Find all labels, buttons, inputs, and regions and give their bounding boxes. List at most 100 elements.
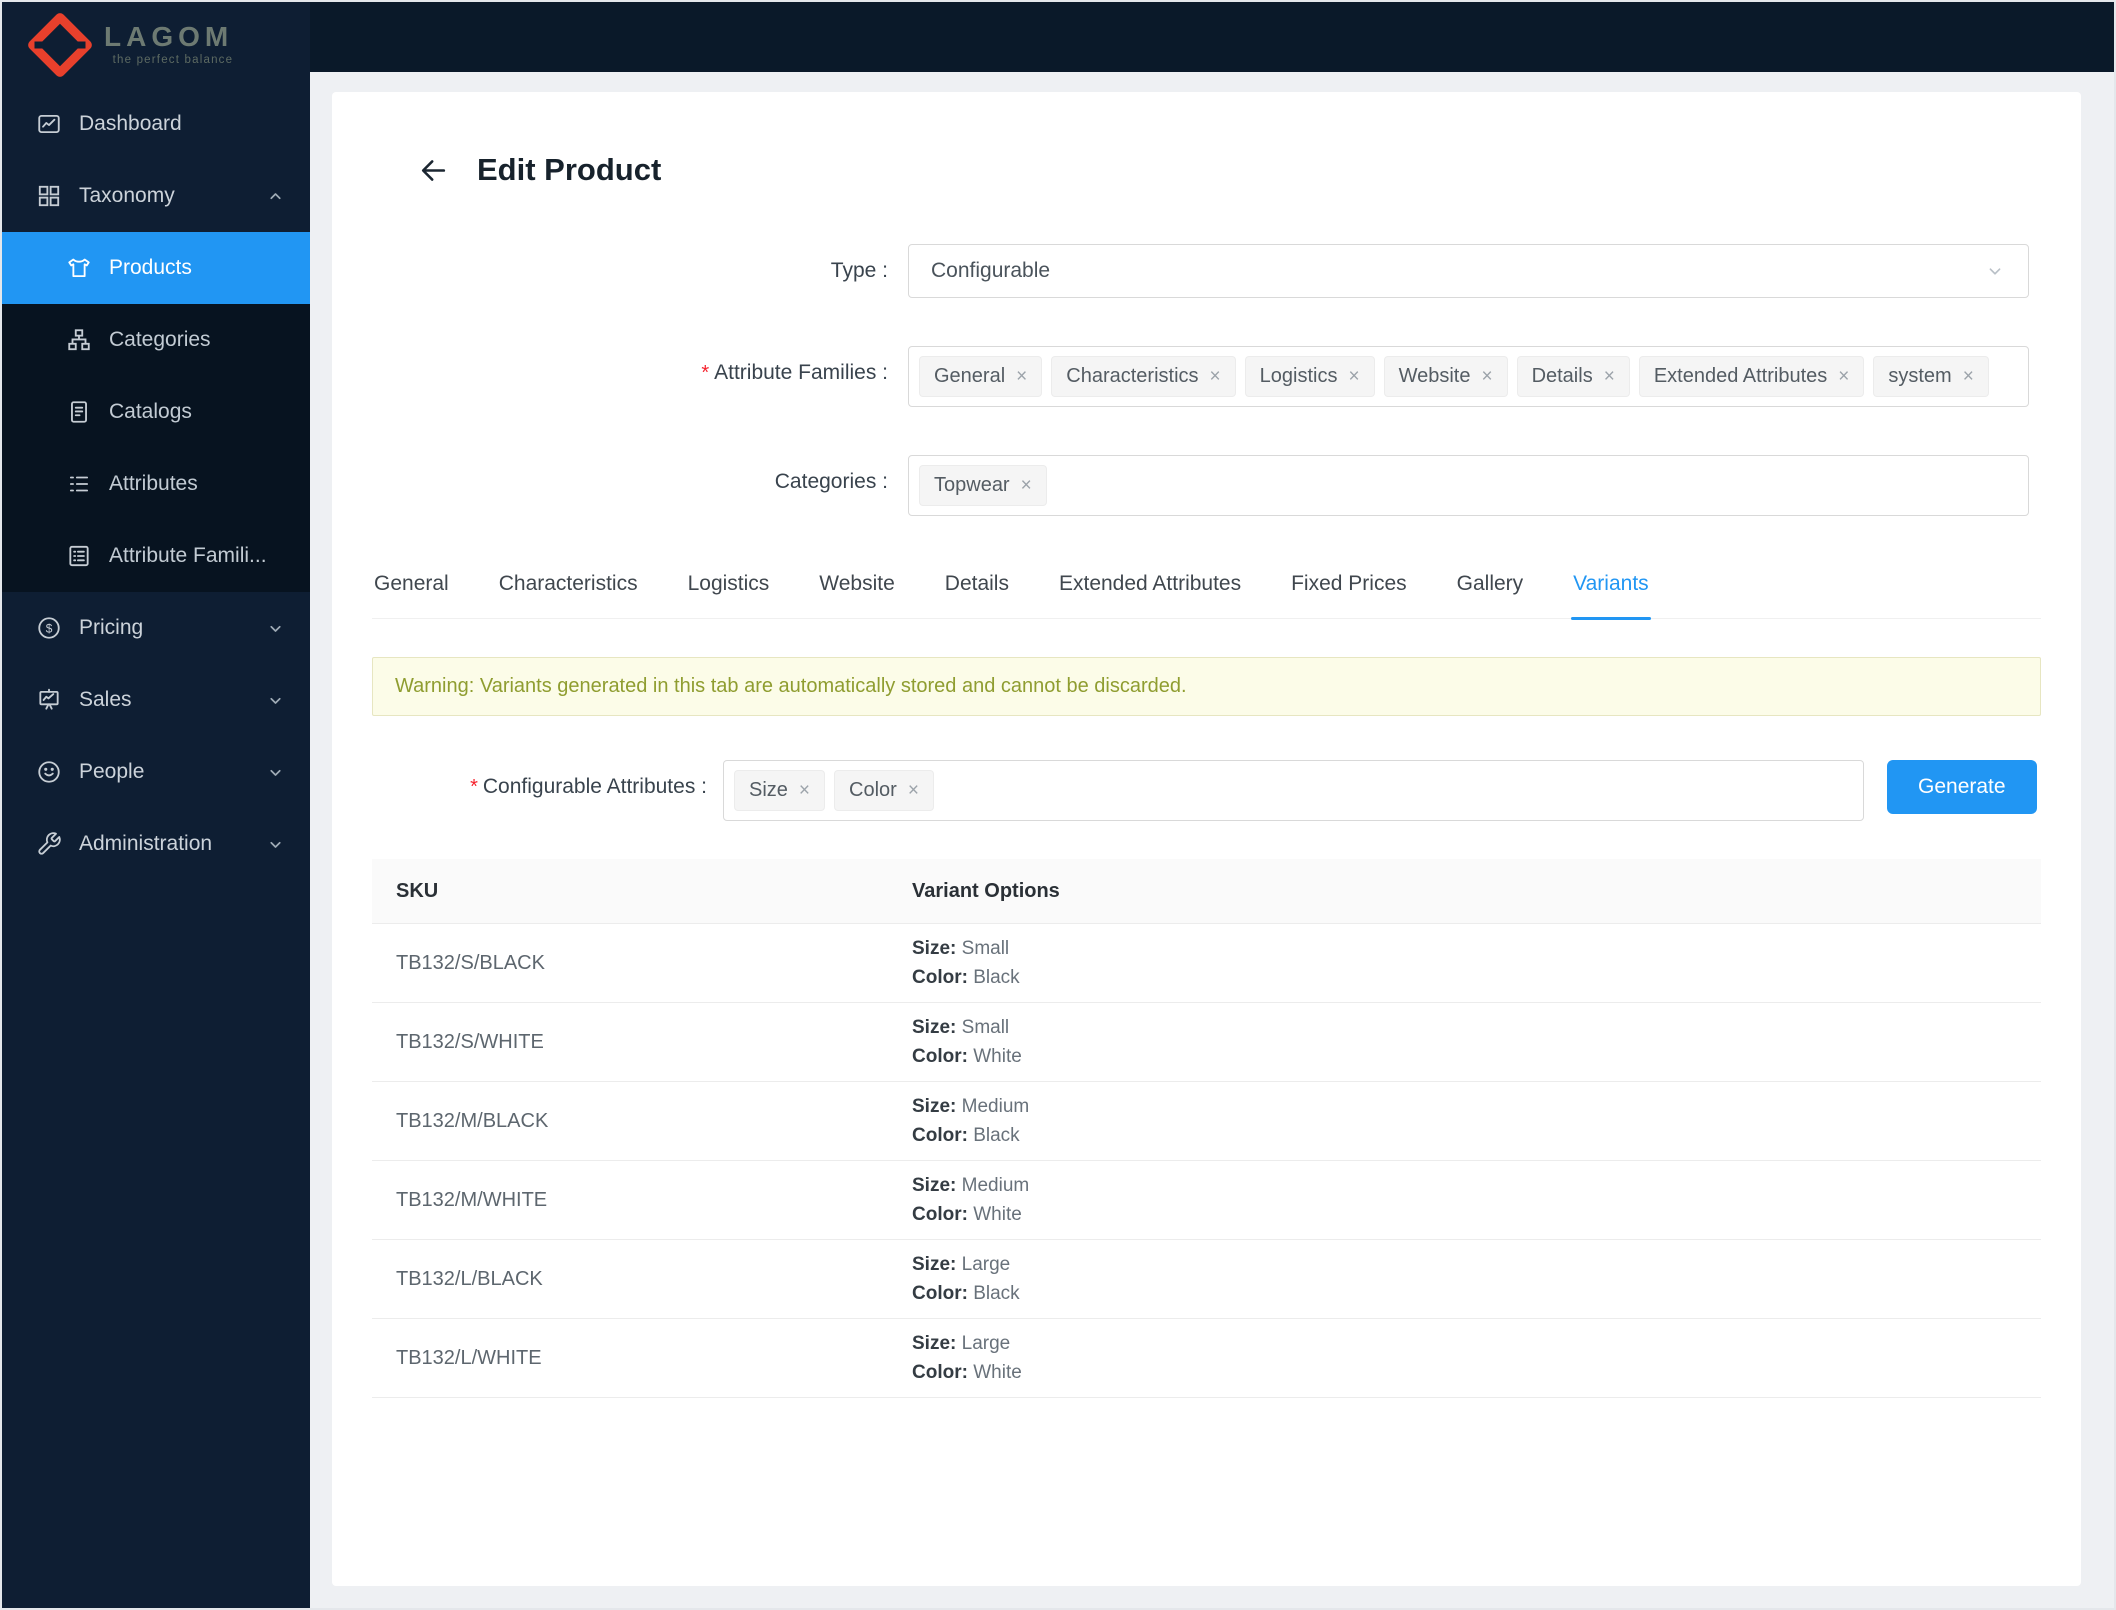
remove-tag-icon[interactable]: × [1604,367,1615,386]
dollar-icon: $ [36,615,62,641]
column-header-variant-options: Variant Options [912,879,1060,902]
type-label: Type : [830,259,888,282]
sidebar-item-attribute-families[interactable]: Attribute Famili... [2,520,310,592]
attribute-family-tag: Logistics × [1244,356,1375,397]
tab-variants[interactable]: Variants [1571,572,1652,620]
attribute-families-input[interactable]: General × Characteristics × Logistics × Web… [908,346,2029,407]
dashboard-chart-icon [36,111,62,137]
tab-general[interactable]: General [372,572,451,618]
sku-cell: TB132/S/BLACK [396,951,545,974]
sku-cell: TB132/M/BLACK [396,1109,549,1132]
boxed-list-icon [66,543,92,569]
sidebar-item-label: Sales [79,688,132,711]
tab-logistics[interactable]: Logistics [686,572,772,618]
attribute-family-tag: Details × [1516,356,1630,397]
brand-logo[interactable]: LAGOM the perfect balance [2,2,310,88]
type-select[interactable]: Configurable [908,244,2029,298]
remove-tag-icon[interactable]: × [1963,367,1974,386]
tab-details[interactable]: Details [943,572,1011,618]
remove-tag-icon[interactable]: × [1838,367,1849,386]
type-row: Type : Configurable [332,244,2081,298]
table-row: TB132/S/WHITE Size: Small Color: White [372,1003,2041,1082]
generate-button[interactable]: Generate [1887,760,2037,814]
sidebar-item-catalogs[interactable]: Catalogs [2,376,310,448]
required-marker: * [470,776,478,798]
options-cell: Size: Small Color: Black [912,934,2041,992]
product-form: Type : Configurable *Attribute Families [332,244,2081,516]
color-value: White [973,1046,1022,1067]
categories-label: Categories : [774,470,888,493]
brand-text: LAGOM the perfect balance [104,23,233,67]
configurable-attributes-input[interactable]: Size × Color × [723,760,1864,821]
document-icon [66,399,92,425]
table-header: SKU Variant Options [372,859,2041,924]
app-window: LAGOM the perfect balance Dashboard Taxo… [0,0,2116,1610]
content-area: Edit Product Type : Configurable * Attri… [310,72,2114,1608]
sidebar-item-taxonomy[interactable]: Taxonomy [2,160,310,232]
remove-tag-icon[interactable]: × [908,781,919,800]
tab-characteristics[interactable]: Characteristics [497,572,640,618]
tag-label: Characteristics [1066,365,1199,387]
size-label: Size: [912,1017,957,1038]
sidebar-item-people[interactable]: People [2,736,310,808]
tab-gallery[interactable]: Gallery [1455,572,1526,618]
categories-row: Categories : Topwear × [332,455,2081,516]
remove-tag-icon[interactable]: × [1021,476,1032,495]
tree-icon [66,327,92,353]
sidebar-item-products[interactable]: Products [2,232,310,304]
size-value: Medium [961,1096,1030,1117]
remove-tag-icon[interactable]: × [1348,367,1359,386]
brand-diamond-icon [26,11,94,79]
variants-table: SKU Variant Options TB132/S/BLACK Size: … [372,859,2041,1398]
size-label: Size: [912,1254,957,1275]
sidebar-item-label: People [79,760,145,783]
chevron-down-icon [267,836,284,853]
configurable-attributes-label: * Configurable Attributes : [470,775,707,798]
variants-warning: Warning: Variants generated in this tab … [372,657,2041,716]
color-label: Color: [912,1283,968,1304]
tab-fixed-prices[interactable]: Fixed Prices [1289,572,1409,618]
sidebar-item-label: Categories [109,328,211,351]
size-value: Small [961,938,1010,959]
tag-label: General [934,365,1006,387]
remove-tag-icon[interactable]: × [1016,367,1027,386]
sidebar-item-categories[interactable]: Categories [2,304,310,376]
tab-extended-attributes[interactable]: Extended Attributes [1057,572,1243,618]
tag-label: system [1888,365,1952,387]
remove-tag-icon[interactable]: × [799,781,810,800]
configurable-attributes-row: * Configurable Attributes : Size × Color × … [332,760,2041,821]
svg-text:$: $ [46,621,53,635]
size-value: Large [961,1333,1011,1354]
attribute-family-tag: Website × [1383,356,1508,397]
remove-tag-icon[interactable]: × [1481,367,1492,386]
attribute-families-row: * Attribute Families : General × Character… [332,346,2081,407]
tag-label: Extended Attributes [1653,365,1828,387]
sidebar-item-attributes[interactable]: Attributes [2,448,310,520]
page-title: Edit Product [477,152,662,187]
size-value: Medium [961,1175,1030,1196]
size-label: Size: [912,1096,957,1117]
product-tabs: General Characteristics Logistics Websit… [372,572,2041,620]
brand-tagline: the perfect balance [112,54,234,67]
tag-label: Color [849,779,897,801]
sidebar-item-pricing[interactable]: $ Pricing [2,592,310,664]
presentation-chart-icon [36,687,62,713]
back-button[interactable] [418,155,449,186]
table-row: TB132/L/WHITE Size: Large Color: White [372,1319,2041,1398]
sidebar: LAGOM the perfect balance Dashboard Taxo… [2,2,310,1608]
categories-input[interactable]: Topwear × [908,455,2029,516]
brand-name: LAGOM [104,21,234,53]
remove-tag-icon[interactable]: × [1210,367,1221,386]
sidebar-item-sales[interactable]: Sales [2,664,310,736]
options-cell: Size: Small Color: White [912,1013,2041,1071]
options-cell: Size: Large Color: Black [912,1250,2041,1308]
attribute-family-tag: system × [1873,356,1989,397]
sidebar-item-dashboard[interactable]: Dashboard [2,88,310,160]
sidebar-item-administration[interactable]: Administration [2,808,310,880]
tab-website[interactable]: Website [817,572,896,618]
chevron-down-icon [1984,260,2006,282]
chevron-down-icon [267,764,284,781]
smiley-icon [36,759,62,785]
main-area: Edit Product Type : Configurable * Attri… [310,2,2114,1608]
attribute-family-tag: General × [919,356,1043,397]
